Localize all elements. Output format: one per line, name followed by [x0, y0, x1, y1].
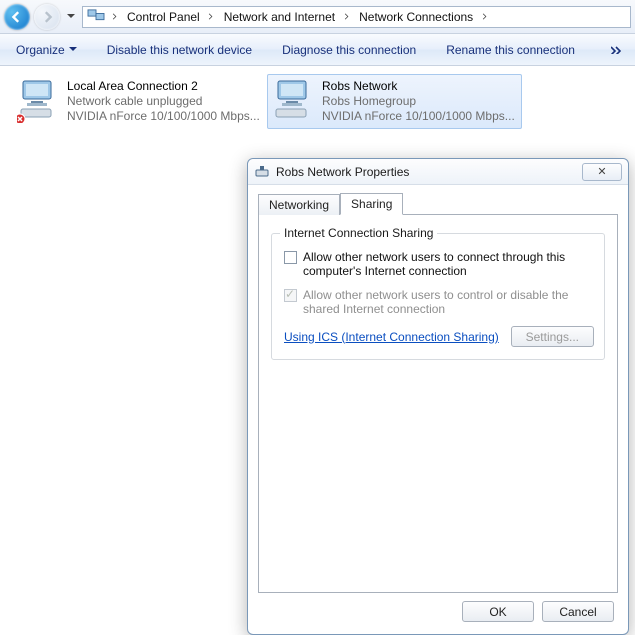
allow-control-checkbox [284, 289, 297, 302]
address-bar[interactable]: Control Panel Network and Internet Netwo… [82, 6, 631, 28]
connections-list: Local Area Connection 2 Network cable un… [0, 66, 635, 137]
breadcrumb-segment[interactable]: Network and Internet [218, 7, 339, 27]
properties-dialog: Robs Network Properties ✕ Networking Sha… [247, 158, 629, 635]
breadcrumb-root-arrow[interactable] [107, 7, 121, 27]
close-icon: ✕ [597, 165, 606, 178]
organize-menu[interactable]: Organize [8, 39, 85, 61]
breadcrumb-segment[interactable]: Control Panel [121, 7, 204, 27]
connection-adapter: NVIDIA nForce 10/100/1000 Mbps... [67, 109, 260, 124]
nav-back-button[interactable] [4, 4, 30, 30]
dialog-title: Robs Network Properties [276, 165, 576, 179]
chevron-down-icon [69, 47, 77, 52]
tab-sharing[interactable]: Sharing [340, 193, 403, 215]
breadcrumb-arrow[interactable] [204, 7, 218, 27]
cancel-button[interactable]: Cancel [542, 601, 614, 622]
nav-forward-button [34, 4, 60, 30]
breadcrumb-arrow[interactable] [477, 7, 491, 27]
allow-connect-checkbox[interactable] [284, 251, 297, 264]
toolbar-overflow-button[interactable] [605, 39, 627, 61]
command-bar: Organize Disable this network device Dia… [0, 34, 635, 66]
group-title: Internet Connection Sharing [280, 226, 437, 240]
connection-item[interactable]: Local Area Connection 2 Network cable un… [12, 74, 267, 129]
ics-group: Internet Connection Sharing Allow other … [271, 233, 605, 360]
connection-adapter: NVIDIA nForce 10/100/1000 Mbps... [322, 109, 515, 124]
connection-item[interactable]: Robs Network Robs Homegroup NVIDIA nForc… [267, 74, 522, 129]
tab-panel-sharing: Internet Connection Sharing Allow other … [258, 215, 618, 593]
organize-label: Organize [16, 43, 65, 57]
settings-button: Settings... [511, 326, 594, 347]
breadcrumb-segment[interactable]: Network Connections [353, 7, 477, 27]
network-folder-icon [87, 9, 105, 25]
nav-history-dropdown[interactable] [64, 7, 78, 27]
connection-name: Local Area Connection 2 [67, 79, 260, 94]
ok-button[interactable]: OK [462, 601, 534, 622]
disable-device-button[interactable]: Disable this network device [99, 39, 260, 61]
ics-help-link[interactable]: Using ICS (Internet Connection Sharing) [284, 330, 499, 344]
connection-icon [17, 79, 61, 123]
connection-icon [272, 79, 316, 123]
breadcrumb-arrow[interactable] [339, 7, 353, 27]
connection-status: Robs Homegroup [322, 94, 515, 109]
diagnose-connection-button[interactable]: Diagnose this connection [274, 39, 424, 61]
tab-networking[interactable]: Networking [258, 194, 340, 215]
connection-name: Robs Network [322, 79, 515, 94]
allow-control-label: Allow other network users to control or … [303, 288, 594, 316]
close-button[interactable]: ✕ [582, 163, 622, 181]
dialog-titlebar[interactable]: Robs Network Properties ✕ [248, 159, 628, 185]
adapter-icon [254, 164, 270, 180]
rename-connection-button[interactable]: Rename this connection [438, 39, 583, 61]
connection-status: Network cable unplugged [67, 94, 260, 109]
allow-connect-label: Allow other network users to connect thr… [303, 250, 594, 278]
tab-strip: Networking Sharing [258, 193, 618, 215]
